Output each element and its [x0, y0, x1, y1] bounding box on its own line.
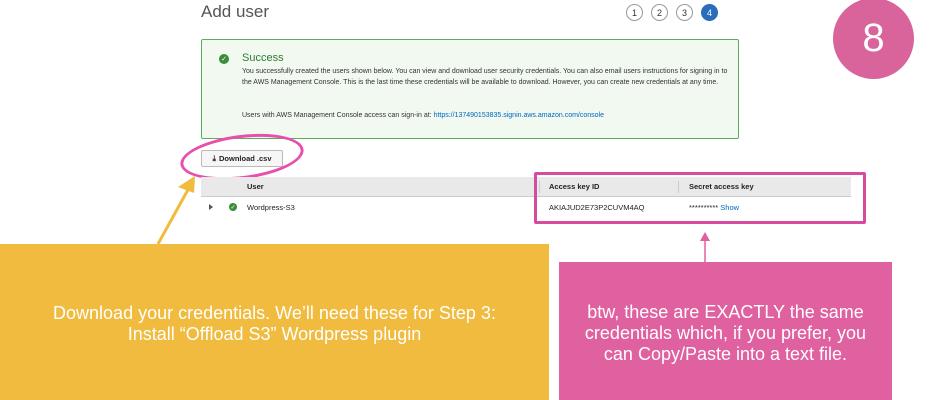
pink-callout-text: btw, these are EXACTLY the same credenti…	[584, 301, 867, 364]
row-success-icon: ✓	[229, 203, 237, 211]
header-user[interactable]: User	[247, 182, 264, 191]
cell-user: Wordpress-S3	[247, 203, 295, 212]
success-check-icon: ✓	[219, 54, 229, 64]
highlight-rectangle	[534, 172, 866, 224]
step-number-badge: 8	[833, 0, 914, 79]
success-heading: Success	[242, 52, 284, 64]
signin-prefix: Users with AWS Management Console access…	[242, 112, 432, 119]
signin-url-link[interactable]: https://137490153835.signin.aws.amazon.c…	[434, 112, 604, 119]
yellow-callout-text: Download your credentials. We’ll need th…	[53, 303, 496, 344]
signin-line: Users with AWS Management Console access…	[242, 112, 604, 119]
success-alert: ✓ Success You successfully created the u…	[201, 39, 739, 139]
expand-row-icon[interactable]	[209, 204, 213, 210]
wizard-steps: 1 2 3 4	[626, 4, 718, 21]
step-2[interactable]: 2	[651, 4, 668, 21]
page-title: Add user	[201, 2, 270, 21]
pink-callout: btw, these are EXACTLY the same credenti…	[559, 262, 892, 400]
step-4-active[interactable]: 4	[701, 4, 718, 21]
step-3[interactable]: 3	[676, 4, 693, 21]
step-1[interactable]: 1	[626, 4, 643, 21]
pink-arrow-icon	[700, 232, 710, 262]
success-message: You successfully created the users shown…	[242, 68, 728, 86]
yellow-callout: Download your credentials. We’ll need th…	[0, 244, 549, 400]
yellow-arrow-icon	[156, 176, 195, 245]
